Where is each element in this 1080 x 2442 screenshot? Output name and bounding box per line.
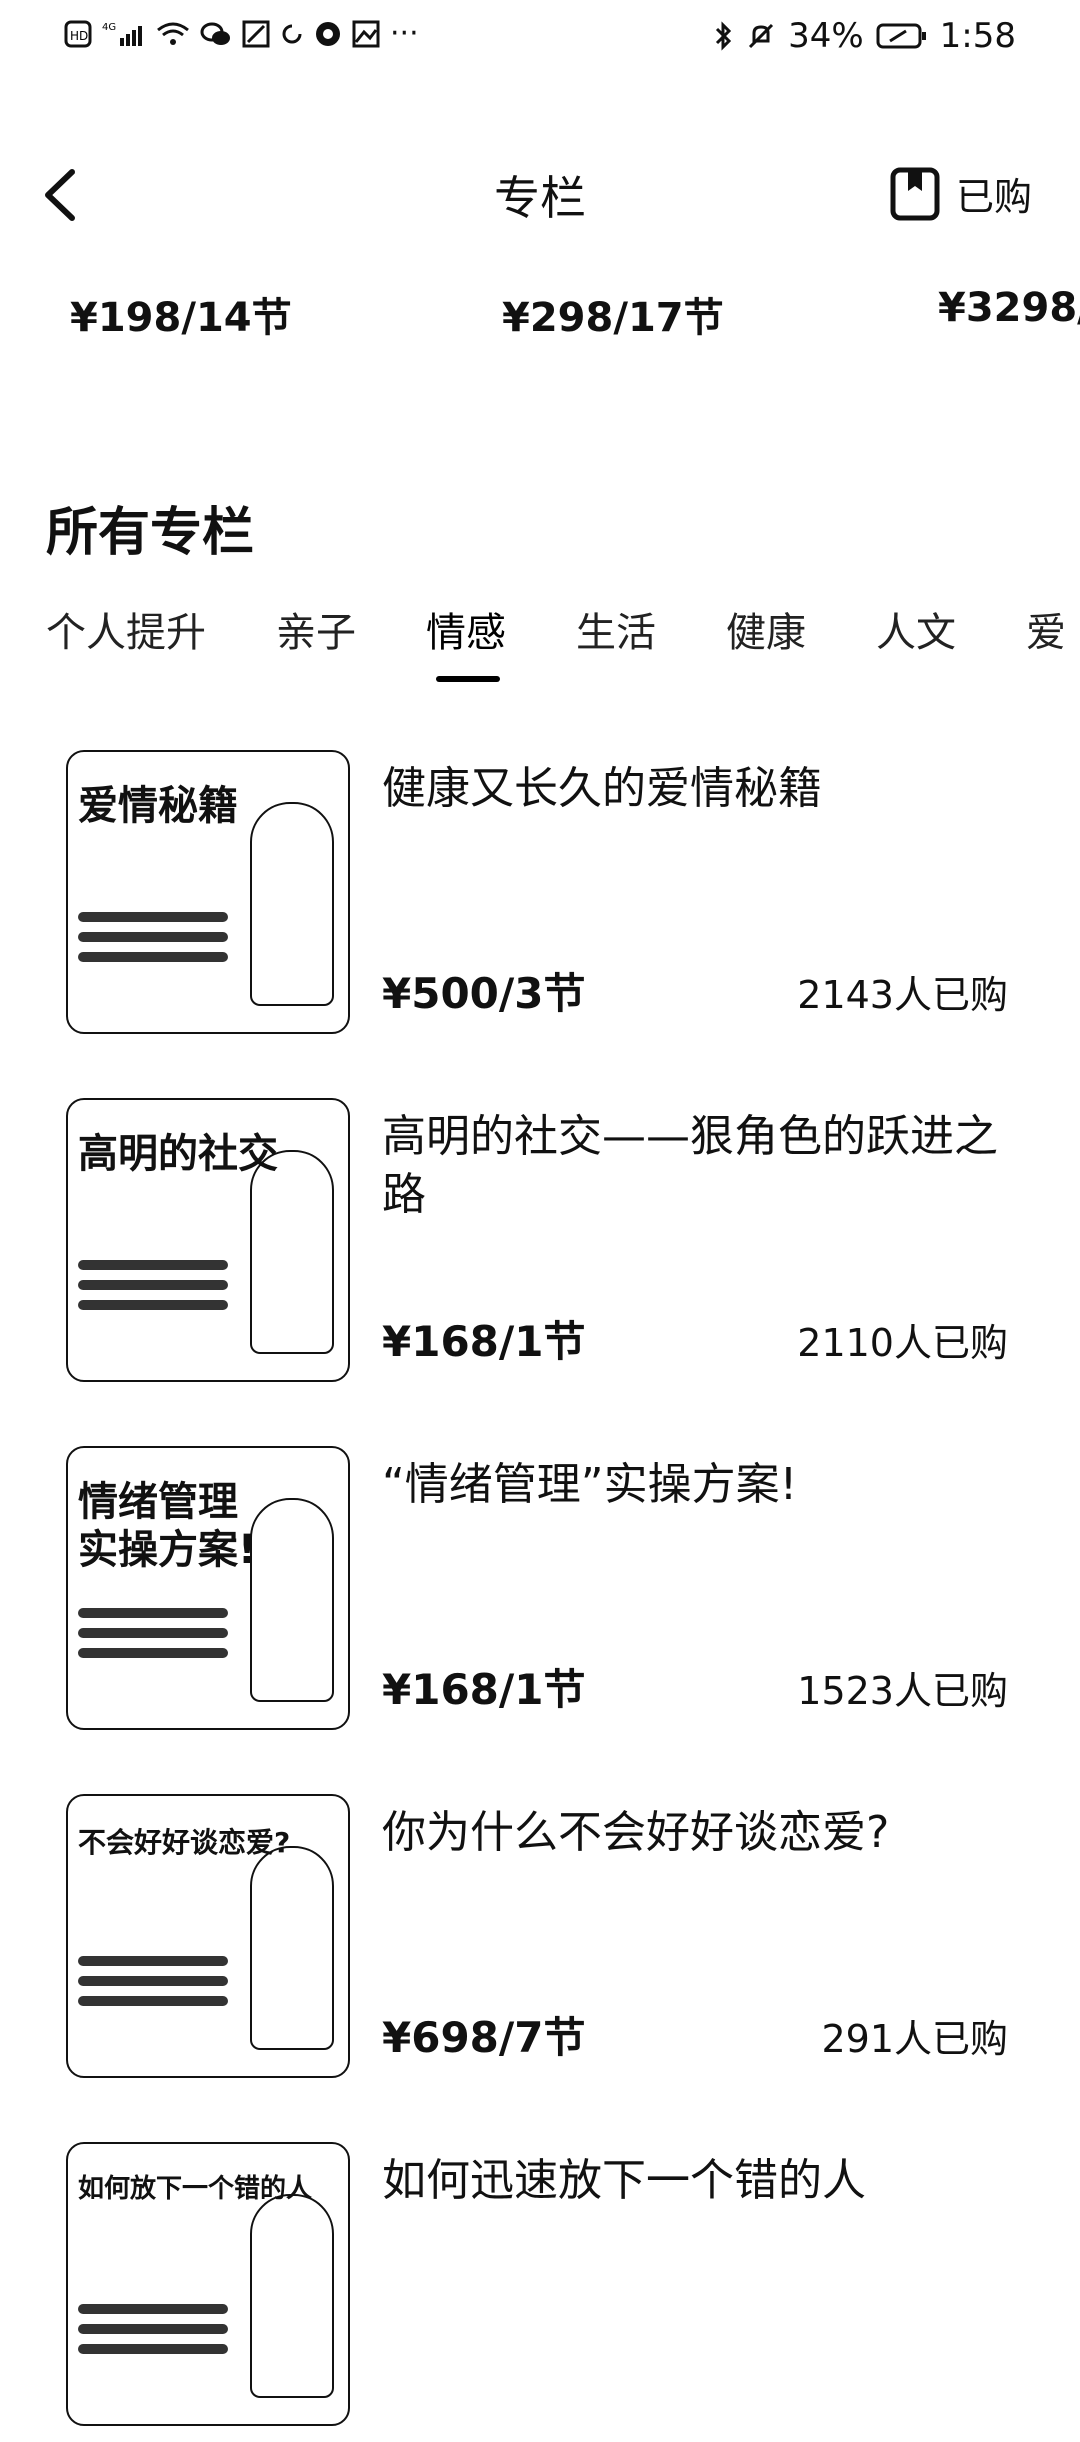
item-buyers: 291人已购 <box>821 2017 1008 2061</box>
cover-text-lines <box>78 1250 228 1320</box>
cover-image: 情绪管理 实操方案! <box>66 1446 350 1730</box>
cover-person-figure <box>250 802 334 1006</box>
cover-title: 高明的社交 <box>78 1131 278 1177</box>
svg-text:4G: 4G <box>102 22 116 33</box>
cover-image: 不会好好谈恋爱? <box>66 1794 350 2078</box>
item-price: ¥698/7节 <box>382 2013 586 2062</box>
cover-text-lines <box>78 902 228 972</box>
tab-parenting[interactable]: 亲子 <box>276 600 356 658</box>
cover-person-figure <box>250 1846 334 2050</box>
item-price: ¥500/3节 <box>382 969 586 1018</box>
item-price: ¥168/1节 <box>382 1317 586 1366</box>
price-strip-item[interactable]: ¥3298/ <box>938 285 1080 331</box>
more-icon: ··· <box>390 16 419 51</box>
tab-life[interactable]: 生活 <box>576 600 656 658</box>
purchased-label: 已购 <box>955 175 1032 219</box>
status-bar: HD 4G ··· 34% 1:58 <box>0 0 1080 80</box>
bookmark-icon <box>890 167 940 220</box>
cover-person-figure <box>250 1150 334 1354</box>
cover-image: 爱情秘籍 <box>66 750 350 1034</box>
active-tab-indicator <box>436 676 500 682</box>
list-item[interactable]: 不会好好谈恋爱? 你为什么不会好好谈恋爱? ¥698/7节 291人已购 <box>0 1794 1080 2094</box>
app-icon <box>314 20 342 48</box>
item-title: 如何迅速放下一个错的人 <box>382 2155 866 2206</box>
tab-more[interactable]: 爱 <box>1026 600 1066 658</box>
list-item[interactable]: 如何放下一个错的人 如何迅速放下一个错的人 <box>0 2142 1080 2442</box>
battery-icon <box>876 21 928 51</box>
item-title: 你为什么不会好好谈恋爱? <box>382 1807 890 1858</box>
cover-text-lines <box>78 1598 228 1668</box>
price-strip-item[interactable]: ¥298/17节 <box>502 285 724 343</box>
cover-image: 如何放下一个错的人 <box>66 2142 350 2426</box>
wifi-icon <box>156 20 190 48</box>
cover-person-figure <box>250 1498 334 1702</box>
signal-4g-icon: 4G <box>102 20 146 48</box>
tab-health[interactable]: 健康 <box>726 600 806 658</box>
purchased-button[interactable]: 已购 <box>890 166 1032 221</box>
item-title: 健康又长久的爱情秘籍 <box>382 763 822 814</box>
tab-emotion[interactable]: 情感 <box>426 600 506 658</box>
cover-title: 不会好好谈恋爱? <box>78 1826 291 1859</box>
status-left-icons: HD 4G ··· <box>64 16 419 51</box>
cover-text-lines <box>78 2294 228 2364</box>
hd-icon: HD <box>64 20 92 48</box>
price-strip-item[interactable]: ¥198/14节 <box>70 285 292 343</box>
list-item[interactable]: 高明的社交 高明的社交——狠角色的跃进之路 ¥168/1节 2110人已购 <box>0 1098 1080 1398</box>
tab-personal-growth[interactable]: 个人提升 <box>46 600 206 658</box>
tab-humanities[interactable]: 人文 <box>876 600 956 658</box>
price-strip: ¥198/14节 ¥298/17节 ¥3298/ <box>0 285 1080 355</box>
gallery-icon <box>352 20 380 48</box>
item-buyers: 2143人已购 <box>797 973 1008 1017</box>
battery-percent: 34% <box>788 16 864 56</box>
cover-title: 情绪管理 实操方案! <box>78 1479 257 1573</box>
item-title: 高明的社交——狠角色的跃进之路 <box>382 1111 998 1220</box>
status-right: 34% 1:58 <box>712 16 1016 56</box>
cover-text-lines <box>78 1946 228 2016</box>
cover-person-figure <box>250 2194 334 2398</box>
mute-icon <box>746 21 776 51</box>
nfc-icon <box>242 20 270 48</box>
bluetooth-icon <box>712 21 734 51</box>
item-price: ¥168/1节 <box>382 1665 586 1714</box>
cover-image: 高明的社交 <box>66 1098 350 1382</box>
item-title: “情绪管理”实操方案! <box>382 1459 798 1510</box>
header: 专栏 已购 <box>0 140 1080 250</box>
list-item[interactable]: 情绪管理 实操方案! “情绪管理”实操方案! ¥168/1节 1523人已购 <box>0 1446 1080 1746</box>
item-buyers: 2110人已购 <box>797 1321 1008 1365</box>
clock: 1:58 <box>939 16 1016 56</box>
category-tabs: 个人提升 亲子 情感 生活 健康 人文 爱 <box>0 600 1080 690</box>
cover-title: 爱情秘籍 <box>78 783 238 829</box>
list-item[interactable]: 爱情秘籍 健康又长久的爱情秘籍 ¥500/3节 2143人已购 <box>0 750 1080 1050</box>
section-title: 所有专栏 <box>46 503 255 563</box>
sync-icon <box>280 20 304 48</box>
svg-text:HD: HD <box>70 29 88 43</box>
item-buyers: 1523人已购 <box>797 1669 1008 1713</box>
wechat-icon <box>200 20 232 48</box>
